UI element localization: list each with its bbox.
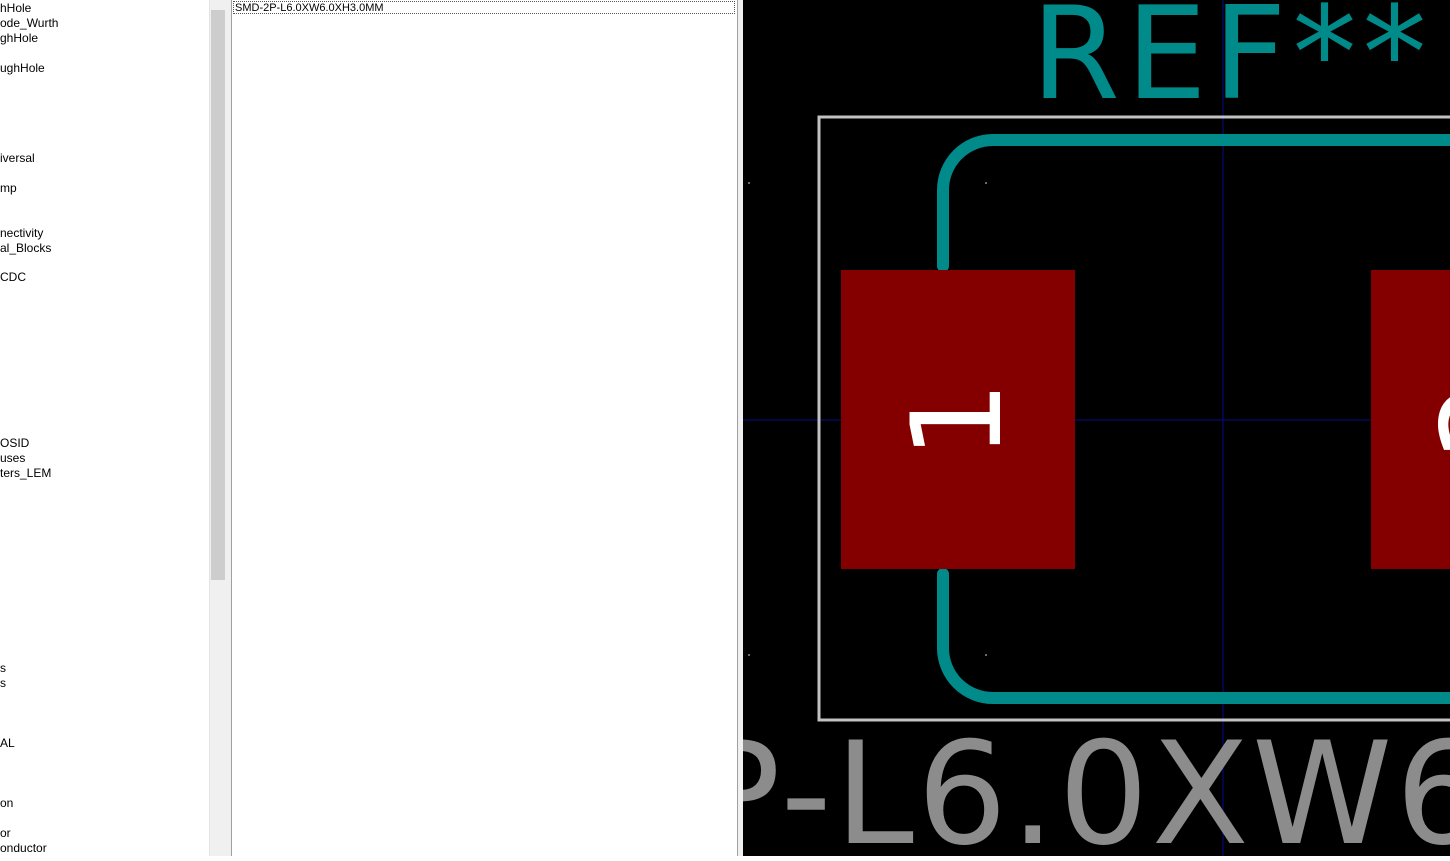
reference-text: REF** bbox=[1031, 0, 1432, 129]
library-list[interactable]: hHole ode_Wurth ghHole ughHole iversal m… bbox=[0, 0, 210, 856]
library-item[interactable]: nectivity bbox=[0, 226, 43, 241]
footprint-list[interactable]: SMD-2P-L6.0XW6.0XH3.0MM bbox=[232, 0, 737, 856]
library-item[interactable]: ters_LEM bbox=[0, 466, 51, 481]
library-item[interactable]: iversal bbox=[0, 151, 35, 166]
library-item[interactable]: mp bbox=[0, 181, 17, 196]
library-item[interactable]: AL bbox=[0, 736, 15, 751]
library-item[interactable]: ughHole bbox=[0, 61, 45, 76]
library-item[interactable]: al_Blocks bbox=[0, 241, 51, 256]
library-item[interactable]: OSID bbox=[0, 436, 29, 451]
pad-1-number: 1 bbox=[886, 381, 1030, 460]
marker-dot bbox=[748, 654, 750, 656]
pad-2-number: 2 bbox=[1416, 381, 1450, 460]
silkscreen-outline-bottom bbox=[937, 568, 1450, 704]
marker-dot bbox=[748, 182, 750, 184]
library-item[interactable]: ghHole bbox=[0, 31, 38, 46]
footprint-preview-canvas[interactable]: 1 2 REF** P-L6.0XW6 bbox=[695, 0, 1450, 861]
silkscreen-outline-top bbox=[937, 134, 1450, 272]
library-item[interactable]: uses bbox=[0, 451, 25, 466]
library-list-scroll-thumb[interactable] bbox=[211, 10, 225, 580]
library-item[interactable]: s bbox=[0, 661, 6, 676]
library-item[interactable]: or bbox=[0, 826, 11, 841]
value-text: P-L6.0XW6 bbox=[743, 712, 1450, 856]
library-item[interactable]: CDC bbox=[0, 270, 26, 285]
library-item[interactable]: ode_Wurth bbox=[0, 16, 58, 31]
library-item[interactable]: onductor bbox=[0, 841, 47, 856]
library-item[interactable]: hHole bbox=[0, 1, 31, 16]
footprint-preview-drawing: 1 2 REF** P-L6.0XW6 bbox=[695, 0, 1450, 861]
library-item[interactable]: s bbox=[0, 676, 6, 691]
footprint-item-selected[interactable]: SMD-2P-L6.0XW6.0XH3.0MM bbox=[233, 1, 735, 14]
library-list-scrollbar[interactable] bbox=[209, 0, 227, 856]
marker-dot bbox=[985, 182, 987, 184]
marker-dot bbox=[985, 654, 987, 656]
library-item[interactable]: on bbox=[0, 796, 13, 811]
